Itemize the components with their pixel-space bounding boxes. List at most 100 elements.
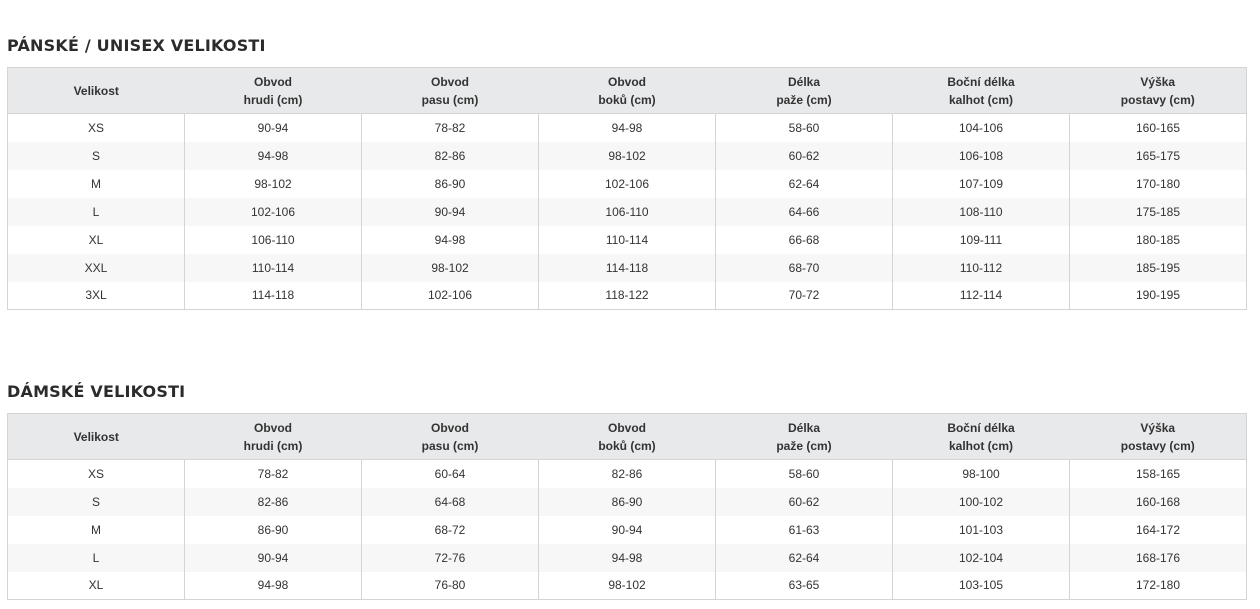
header-row: Velikost Obvod hrudi (cm) Obvod pasu (cm) Obv… — [7, 67, 1247, 114]
table-cell: 64-68 — [361, 487, 539, 516]
table-cell: 106-110 — [184, 225, 362, 254]
table-cell: 86-90 — [184, 515, 362, 544]
column-header: Boční délka kalhot (cm) — [892, 413, 1070, 460]
table-cell: 168-176 — [1069, 543, 1247, 572]
table-cell: 60-64 — [361, 459, 539, 488]
table-cell: 64-66 — [715, 197, 893, 226]
section-title: DÁMSKÉ VELIKOSTI — [7, 382, 186, 401]
table-row: M 98-102 86-90 102-106 62-64 107-109 170-180 — [7, 169, 1247, 198]
table-cell: 68-70 — [715, 253, 893, 282]
column-header-line: Délka — [787, 74, 821, 89]
table-cell: 78-82 — [184, 459, 362, 488]
table-cell: 68-72 — [361, 515, 539, 544]
column-header-line: boků (cm) — [598, 438, 656, 453]
table-cell: 102-104 — [892, 543, 1070, 572]
table-cell: 70-72 — [715, 281, 893, 310]
table-cell: 106-110 — [538, 197, 716, 226]
size-label-cell: XL — [7, 225, 185, 254]
womens-size-section: DÁMSKÉ VELIKOSTI Velikost Obvod hrudi (cm)… — [7, 381, 1247, 600]
table-cell: 94-98 — [184, 571, 362, 600]
table-cell: 164-172 — [1069, 515, 1247, 544]
table-row: L 102-106 90-94 106-110 64-66 108-110 175-185 — [7, 197, 1247, 226]
table-cell: 106-108 — [892, 141, 1070, 170]
column-header-line: Obvod — [608, 420, 646, 435]
column-header: Výška postavy (cm) — [1069, 67, 1247, 114]
table-cell: 102-106 — [184, 197, 362, 226]
section-title: PÁNSKÉ / UNISEX VELIKOSTI — [7, 36, 266, 55]
table-cell: 72-76 — [361, 543, 539, 572]
column-header: Obvod pasu (cm) — [361, 67, 539, 114]
column-header-line: postavy (cm) — [1120, 438, 1195, 453]
column-header: Výška postavy (cm) — [1069, 413, 1247, 460]
table-cell: 90-94 — [184, 113, 362, 142]
table-cell: 107-109 — [892, 169, 1070, 198]
column-header: Obvod hrudi (cm) — [184, 413, 362, 460]
size-label-cell: M — [7, 169, 185, 198]
table-cell: 160-165 — [1069, 113, 1247, 142]
column-header-line: Obvod — [608, 74, 646, 89]
table-row: S 82-86 64-68 86-90 60-62 100-102 160-168 — [7, 487, 1247, 516]
table-row: XL 106-110 94-98 110-114 66-68 109-111 180-185 — [7, 225, 1247, 254]
table-row: L 90-94 72-76 94-98 62-64 102-104 168-176 — [7, 543, 1247, 572]
column-header: Velikost — [7, 67, 185, 114]
table-cell: 175-185 — [1069, 197, 1247, 226]
table-cell: 76-80 — [361, 571, 539, 600]
table-cell: 102-106 — [361, 281, 539, 310]
column-header-line: Obvod — [254, 420, 292, 435]
size-label-cell: XS — [7, 113, 185, 142]
table-cell: 60-62 — [715, 487, 893, 516]
table-cell: 94-98 — [184, 141, 362, 170]
column-header: Obvod boků (cm) — [538, 67, 716, 114]
table-cell: 112-114 — [892, 281, 1070, 310]
table-cell: 86-90 — [361, 169, 539, 198]
table-cell: 108-110 — [892, 197, 1070, 226]
column-header-line: paže (cm) — [776, 92, 832, 107]
table-row: XS 90-94 78-82 94-98 58-60 104-106 160-165 — [7, 113, 1247, 142]
column-header-line: Velikost — [73, 83, 119, 98]
table-row: S 94-98 82-86 98-102 60-62 106-108 165-175 — [7, 141, 1247, 170]
column-header-line: pasu (cm) — [421, 438, 479, 453]
column-header-line: kalhot (cm) — [948, 438, 1013, 453]
table-cell: 58-60 — [715, 459, 893, 488]
mens-unisex-size-section: PÁNSKÉ / UNISEX VELIKOSTI Velikost Obvod h… — [7, 35, 1247, 310]
column-header-line: Obvod — [431, 420, 469, 435]
column-header-line: Délka — [787, 420, 821, 435]
column-header-line: Obvod — [254, 74, 292, 89]
size-label-cell: XXL — [7, 253, 185, 282]
table-cell: 60-62 — [715, 141, 893, 170]
size-label-cell: XS — [7, 459, 185, 488]
size-label-cell: L — [7, 197, 185, 226]
table-cell: 61-63 — [715, 515, 893, 544]
column-header: Obvod pasu (cm) — [361, 413, 539, 460]
table-row: XL 94-98 76-80 98-102 63-65 103-105 172-180 — [7, 571, 1247, 600]
column-header-line: paže (cm) — [776, 438, 832, 453]
table-cell: 160-168 — [1069, 487, 1247, 516]
column-header-line: boků (cm) — [598, 92, 656, 107]
table-cell: 110-114 — [538, 225, 716, 254]
table-cell: 90-94 — [184, 543, 362, 572]
table-cell: 165-175 — [1069, 141, 1247, 170]
table-cell: 62-64 — [715, 169, 893, 198]
table-cell: 180-185 — [1069, 225, 1247, 254]
table-cell: 110-112 — [892, 253, 1070, 282]
size-label-cell: L — [7, 543, 185, 572]
table-cell: 86-90 — [538, 487, 716, 516]
column-header-line: Boční délka — [947, 420, 1015, 435]
table-cell: 98-102 — [538, 141, 716, 170]
table-cell: 172-180 — [1069, 571, 1247, 600]
table-row: XXL 110-114 98-102 114-118 68-70 110-112 185-1… — [7, 253, 1247, 282]
table-cell: 98-100 — [892, 459, 1070, 488]
column-header-line: hrudi (cm) — [243, 92, 303, 107]
table-cell: 110-114 — [184, 253, 362, 282]
size-label-cell: XL — [7, 571, 185, 600]
column-header-line: pasu (cm) — [421, 92, 479, 107]
table-cell: 109-111 — [892, 225, 1070, 254]
size-label-cell: M — [7, 515, 185, 544]
table-cell: 104-106 — [892, 113, 1070, 142]
size-chart-table: Velikost Obvod hrudi (cm) Obvod pasu (cm) Obv… — [7, 67, 1247, 310]
size-label-cell: 3XL — [7, 281, 185, 310]
table-cell: 185-195 — [1069, 253, 1247, 282]
table-cell: 102-106 — [538, 169, 716, 198]
table-cell: 94-98 — [538, 543, 716, 572]
column-header: Délka paže (cm) — [715, 67, 893, 114]
